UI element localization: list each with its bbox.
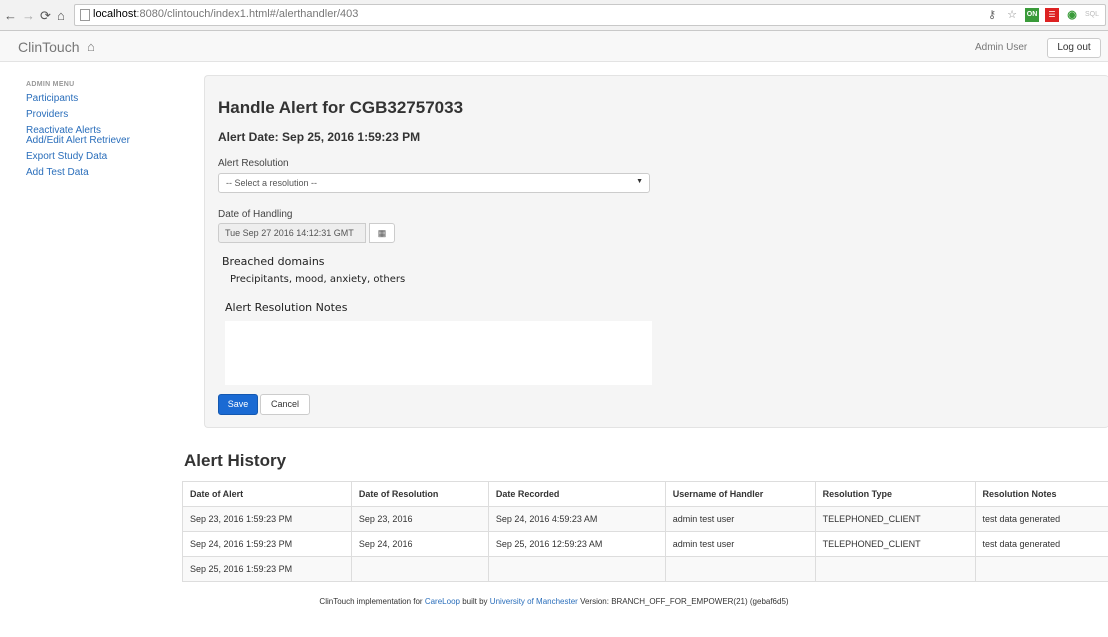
- logout-button[interactable]: Log out: [1047, 38, 1101, 58]
- table-cell: Sep 25, 2016 12:59:23 AM: [487, 531, 666, 557]
- column-header: Username of Handler: [664, 481, 816, 507]
- breached-domains-title: Breached domains: [222, 255, 325, 268]
- address-bar[interactable]: localhost:8080/clintouch/index1.html#/al…: [74, 4, 1106, 26]
- table-cell: Sep 24, 2016 4:59:23 AM: [487, 506, 666, 532]
- table-cell: [350, 556, 489, 582]
- app-navbar: ClinTouch ⌂ Admin User Log out: [0, 31, 1108, 62]
- handling-date-value: Tue Sep 27 2016 14:12:31 GMT: [225, 228, 354, 238]
- table-cell: [814, 556, 976, 582]
- sidebar-item-alert-retriever[interactable]: Add/Edit Alert Retriever: [26, 136, 176, 146]
- table-cell: Sep 25, 2016 1:59:23 PM: [182, 556, 352, 582]
- table-row: Sep 25, 2016 1:59:23 PM: [182, 556, 1108, 582]
- home-icon[interactable]: ⌂: [87, 39, 95, 54]
- resolution-select[interactable]: -- Select a resolution -- ▼: [218, 173, 650, 193]
- resolution-selected-value: -- Select a resolution --: [226, 178, 318, 188]
- table-row: Sep 23, 2016 1:59:23 PM Sep 23, 2016 Sep…: [182, 506, 1108, 532]
- table-row: Sep 24, 2016 1:59:23 PM Sep 24, 2016 Sep…: [182, 531, 1108, 557]
- column-header: Date Recorded: [487, 481, 666, 507]
- alert-history-title: Alert History: [184, 451, 287, 470]
- column-header: Date of Resolution: [350, 481, 489, 507]
- table-cell: [664, 556, 816, 582]
- bookmark-star-icon[interactable]: ☆: [1005, 8, 1019, 22]
- cancel-button[interactable]: Cancel: [260, 394, 310, 415]
- handling-date-input[interactable]: Tue Sep 27 2016 14:12:31 GMT: [218, 223, 366, 243]
- brand-link[interactable]: ClinTouch: [18, 39, 79, 55]
- page-title: Handle Alert for CGB32757033: [218, 98, 464, 117]
- admin-menu-title: ADMIN MENU: [26, 81, 75, 88]
- sql-extension-icon[interactable]: SQL: [1085, 8, 1099, 22]
- university-link[interactable]: University of Manchester: [490, 597, 578, 606]
- resolution-notes-textarea[interactable]: [225, 321, 652, 385]
- browser-home-icon[interactable]: ⌂: [57, 8, 65, 23]
- page-icon: [80, 9, 90, 21]
- footer-middle: built by: [462, 597, 488, 606]
- sidebar-item-export-study-data[interactable]: Export Study Data: [26, 152, 176, 162]
- on-extension-icon[interactable]: ON: [1025, 8, 1039, 22]
- table-cell: admin test user: [664, 531, 816, 557]
- reload-icon[interactable]: ⟳: [40, 8, 51, 24]
- current-user: Admin User: [975, 42, 1028, 53]
- page-footer: ClinTouch implementation for CareLoop bu…: [0, 597, 1108, 606]
- footer-prefix: ClinTouch implementation for: [319, 597, 423, 606]
- table-cell: test data generated: [974, 531, 1108, 557]
- table-cell: TELEPHONED_CLIENT: [814, 506, 976, 532]
- table-cell: Sep 24, 2016 1:59:23 PM: [182, 531, 352, 557]
- save-button[interactable]: Save: [218, 394, 258, 415]
- table-cell: admin test user: [664, 506, 816, 532]
- handling-date-label: Date of Handling: [218, 209, 293, 220]
- sidebar-item-participants[interactable]: Participants: [26, 94, 176, 104]
- caret-down-icon: ▼: [636, 178, 643, 185]
- sidebar-item-add-test-data[interactable]: Add Test Data: [26, 168, 176, 178]
- column-header: Resolution Notes: [974, 481, 1108, 507]
- alert-date: Alert Date: Sep 25, 2016 1:59:23 PM: [218, 130, 421, 144]
- lastpass-extension-icon[interactable]: ☰: [1045, 8, 1059, 22]
- evernote-extension-icon[interactable]: ◉: [1065, 8, 1079, 22]
- calendar-button[interactable]: ▦: [369, 223, 395, 243]
- back-icon[interactable]: ←: [4, 8, 17, 23]
- alert-history-table: Date of Alert Date of Resolution Date Re…: [182, 481, 1108, 582]
- table-cell: test data generated: [974, 506, 1108, 532]
- column-header: Resolution Type: [814, 481, 976, 507]
- browser-toolbar: ← → ⟳ ⌂ localhost:8080/clintouch/index1.…: [0, 0, 1108, 31]
- extension-icons: ⚷ ☆ ON ☰ ◉ SQL: [985, 8, 1099, 22]
- resolution-label: Alert Resolution: [218, 158, 289, 169]
- table-cell: Sep 23, 2016: [350, 506, 489, 532]
- table-cell: TELEPHONED_CLIENT: [814, 531, 976, 557]
- breached-domains-values: Precipitants, mood, anxiety, others: [230, 274, 406, 285]
- table-cell: Sep 23, 2016 1:59:23 PM: [182, 506, 352, 532]
- table-cell: Sep 24, 2016: [350, 531, 489, 557]
- handle-alert-panel: Handle Alert for CGB32757033 Alert Date:…: [204, 75, 1108, 428]
- table-cell: [487, 556, 666, 582]
- careloop-link[interactable]: CareLoop: [425, 597, 460, 606]
- forward-icon[interactable]: →: [22, 8, 35, 23]
- footer-version: Version: BRANCH_OFF_FOR_EMPOWER(21) (geb…: [580, 597, 789, 606]
- table-header-row: Date of Alert Date of Resolution Date Re…: [182, 481, 1108, 507]
- sidebar-item-providers[interactable]: Providers: [26, 110, 176, 120]
- column-header: Date of Alert: [182, 481, 352, 507]
- url-text[interactable]: localhost:8080/clintouch/index1.html#/al…: [93, 8, 358, 20]
- admin-sidebar: ADMIN MENU Participants Providers Reacti…: [26, 81, 176, 184]
- table-cell: [974, 556, 1108, 582]
- resolution-notes-title: Alert Resolution Notes: [225, 301, 348, 314]
- key-extension-icon[interactable]: ⚷: [985, 8, 999, 22]
- calendar-icon: ▦: [377, 228, 387, 238]
